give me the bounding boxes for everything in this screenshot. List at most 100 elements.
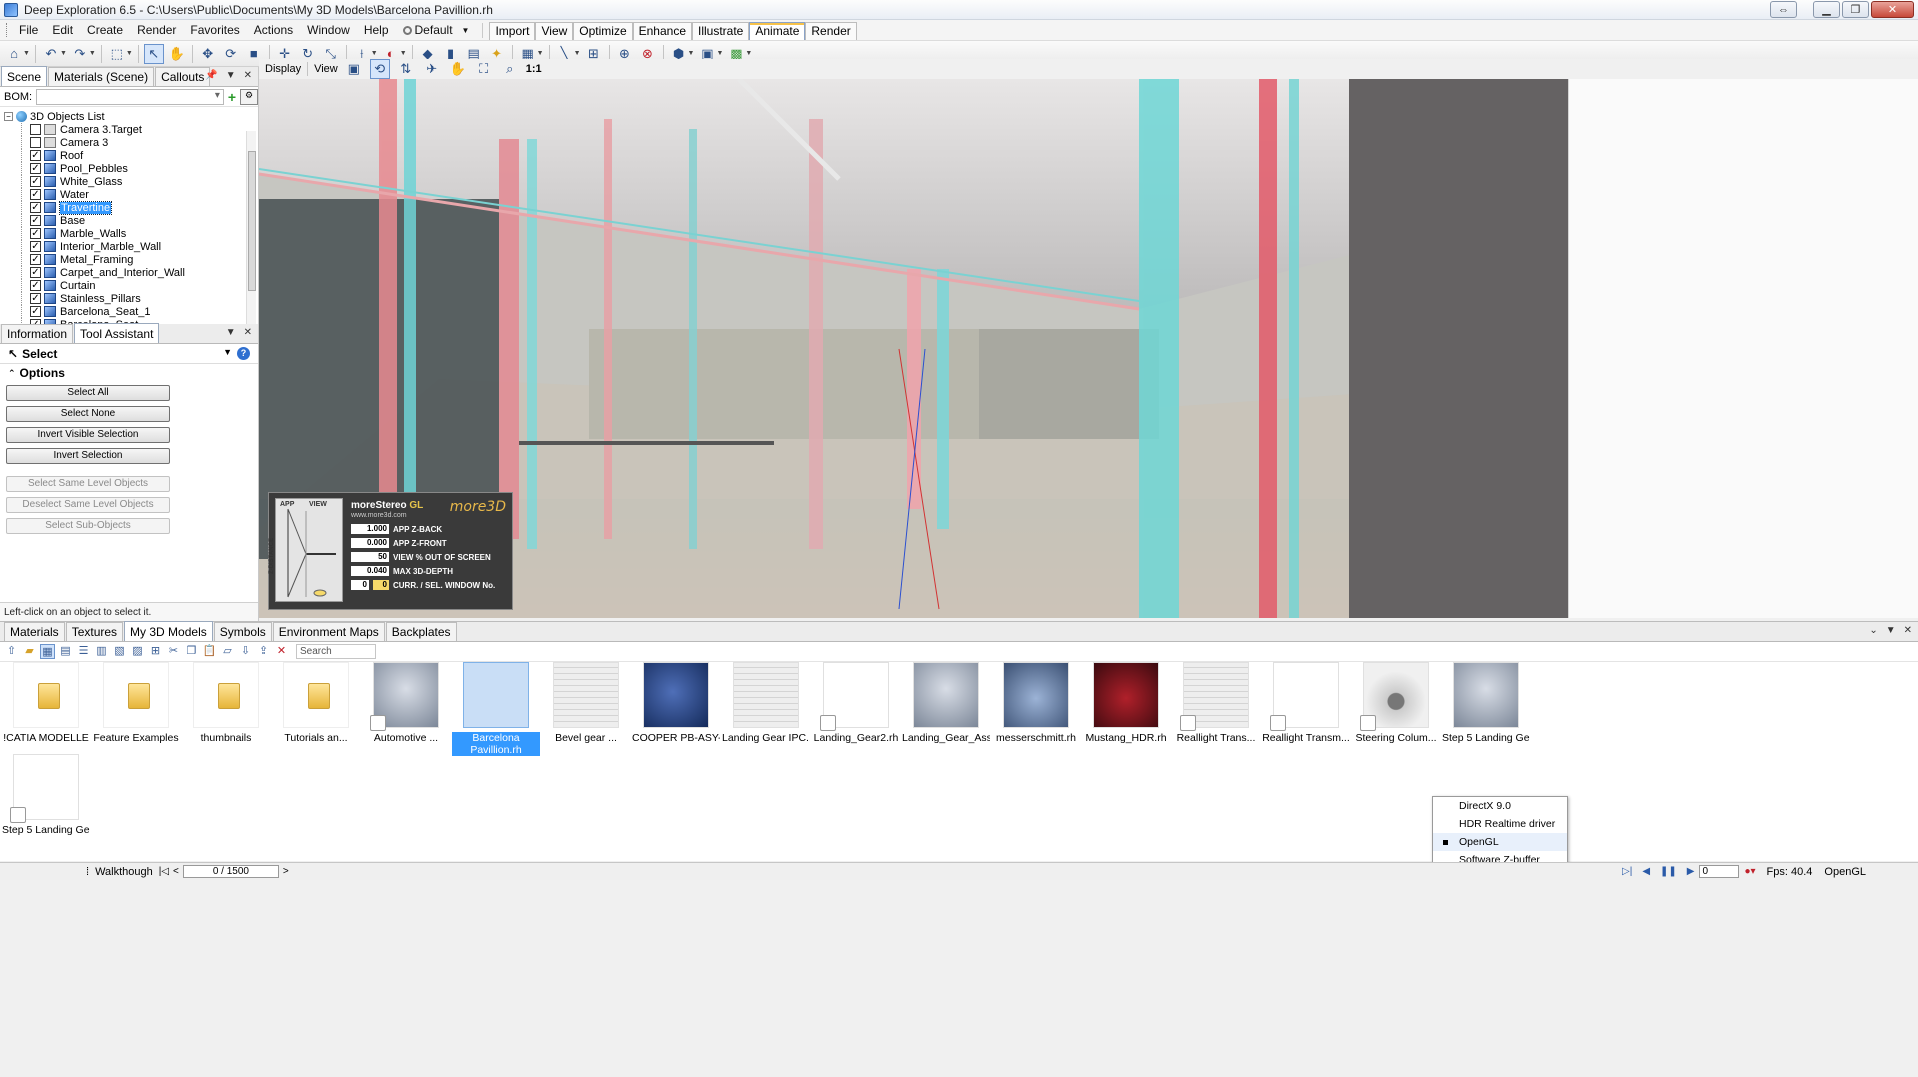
menu-actions[interactable]: Actions <box>247 20 300 41</box>
large-icons-view-icon[interactable]: ▦ <box>40 644 55 659</box>
grid-view-icon[interactable]: ⊞ <box>148 644 163 659</box>
rewind-icon[interactable]: ◀ <box>1637 866 1655 877</box>
fly-icon[interactable]: ✈ <box>422 59 442 79</box>
tree-item[interactable]: Camera 3.Target <box>0 123 258 136</box>
export-icon[interactable]: ⇪ <box>256 644 271 659</box>
tab-my-3d-models[interactable]: My 3D Models <box>124 621 213 641</box>
catalog-item[interactable]: Landing Gear IPC... <box>722 662 810 744</box>
frame-input[interactable]: 0 <box>1699 865 1740 878</box>
catalog-item[interactable]: Feature Examples <box>92 662 180 744</box>
menu-create[interactable]: Create <box>80 20 130 41</box>
stereo-value-input[interactable]: 50 <box>351 552 389 562</box>
first-frame-icon[interactable]: |◁ <box>159 866 169 877</box>
catalog-item[interactable]: messerschmitt.rh <box>992 662 1080 744</box>
table-view-icon[interactable]: ▧ <box>112 644 127 659</box>
visibility-checkbox[interactable] <box>30 137 41 148</box>
details-view-icon[interactable]: ▥ <box>94 644 109 659</box>
menu-window[interactable]: Window <box>300 20 357 41</box>
maximize-button[interactable]: ❐ <box>1842 1 1869 18</box>
chevron-down-icon[interactable]: ▼ <box>716 50 723 57</box>
tab-materials[interactable]: Materials <box>4 622 65 641</box>
chevron-down-icon[interactable]: ▼ <box>223 347 232 357</box>
fit-view-icon[interactable]: ⛶ <box>474 59 494 79</box>
tab-symbols[interactable]: Symbols <box>213 622 272 641</box>
cut-icon[interactable]: ✂ <box>166 644 181 659</box>
catalog-item[interactable]: Reallight Trans... <box>1172 662 1260 744</box>
up-folder-icon[interactable]: ⇧ <box>4 644 19 659</box>
play-icon[interactable]: ▶ <box>1682 866 1700 877</box>
workspace-tab-view[interactable]: View <box>535 22 574 40</box>
chevron-down-icon[interactable]: ▼ <box>745 50 752 57</box>
workspace-tab-render[interactable]: Render <box>805 22 857 40</box>
option-button[interactable]: Select None <box>6 406 170 422</box>
visibility-checkbox[interactable]: ✓ <box>30 163 41 174</box>
chevron-down-icon[interactable]: ▼ <box>574 50 581 57</box>
chevron-down-icon[interactable]: ▼ <box>23 50 30 57</box>
tab-materials-scene[interactable]: Materials (Scene) <box>48 67 155 86</box>
medium-icons-view-icon[interactable]: ▤ <box>58 644 73 659</box>
view-menu[interactable]: View <box>314 63 338 75</box>
tree-item[interactable]: ✓ Barcelona_Seat_1 <box>0 305 258 318</box>
redo-icon[interactable]: ↷ <box>70 44 90 64</box>
chevron-down-icon[interactable]: ▼ <box>89 50 96 57</box>
tree-item[interactable]: ✓ Curtain <box>0 279 258 292</box>
menu-file[interactable]: File <box>12 20 45 41</box>
visibility-checkbox[interactable]: ✓ <box>30 228 41 239</box>
import-icon[interactable]: ⇩ <box>238 644 253 659</box>
catalog-item[interactable]: Tutorials an... <box>272 662 360 744</box>
catalog-item[interactable]: Bevel gear ... <box>542 662 630 744</box>
tree-item[interactable]: ✓ Metal_Framing <box>0 253 258 266</box>
menu-help[interactable]: Help <box>357 20 396 41</box>
option-button[interactable]: Invert Selection <box>6 448 170 464</box>
record-icon[interactable]: ●▾ <box>1739 866 1760 877</box>
bom-settings-icon[interactable]: ⚙ <box>240 88 258 105</box>
tab-environment-maps[interactable]: Environment Maps <box>272 622 385 641</box>
walk-icon[interactable]: ⇅ <box>396 59 416 79</box>
home-icon[interactable]: ⌂ <box>4 44 24 64</box>
close-icon[interactable]: ✕ <box>1904 625 1912 636</box>
tree-item[interactable]: ✓ Travertine <box>0 200 258 215</box>
camera-icon[interactable]: ▣ <box>344 59 364 79</box>
visibility-checkbox[interactable]: ✓ <box>30 267 41 278</box>
pan-icon[interactable]: ✋ <box>167 44 187 64</box>
visibility-checkbox[interactable]: ✓ <box>30 280 41 291</box>
visibility-checkbox[interactable]: ✓ <box>30 215 41 226</box>
chevron-down-icon[interactable]: ▼ <box>371 50 378 57</box>
pin-icon[interactable]: 📌 <box>205 70 217 81</box>
visibility-checkbox[interactable]: ✓ <box>30 241 41 252</box>
visibility-checkbox[interactable]: ✓ <box>30 176 41 187</box>
stereo-value-input[interactable]: 0.000 <box>351 538 389 548</box>
option-button[interactable]: Invert Visible Selection <box>6 427 170 443</box>
options-header[interactable]: ⌃ Options <box>0 364 258 382</box>
paste-icon[interactable]: 📋 <box>202 644 217 659</box>
tree-item[interactable]: ✓ White_Glass <box>0 175 258 188</box>
workspace-tab-enhance[interactable]: Enhance <box>632 22 692 40</box>
catalog-item[interactable]: Automotive ... <box>362 662 450 744</box>
delete-icon[interactable]: ✕ <box>274 644 289 659</box>
tree-item[interactable]: Camera 3 <box>0 136 258 149</box>
undo-icon[interactable]: ↶ <box>41 44 61 64</box>
tab-callouts[interactable]: Callouts <box>155 67 211 86</box>
walkthrough-mode[interactable]: Walkthough <box>89 866 159 878</box>
close-icon[interactable]: ✕ <box>244 327 252 338</box>
workspace-tab-animate[interactable]: Animate <box>749 22 806 40</box>
render-option-opengl[interactable]: OpenGL <box>1433 833 1567 851</box>
tree-item[interactable]: ✓ Stainless_Pillars <box>0 292 258 305</box>
help-icon[interactable]: ? <box>237 347 250 360</box>
catalog-item[interactable]: COOPER PB-ASY-I... <box>632 662 720 744</box>
close-button[interactable]: ✕ <box>1871 1 1914 18</box>
z-distance-graph[interactable]: APP VIEW Z-DISTANCE <box>269 498 343 602</box>
tab-tool-assistant[interactable]: Tool Assistant <box>74 323 160 343</box>
display-menu[interactable]: Display <box>265 63 301 75</box>
catalog-item[interactable]: Landing_Gear2.rh <box>812 662 900 744</box>
preset-dropdown[interactable]: Default ▼ <box>396 20 477 41</box>
menu-favorites[interactable]: Favorites <box>183 20 246 41</box>
visibility-checkbox[interactable]: ✓ <box>30 189 41 200</box>
tree-item[interactable]: ✓ Roof <box>0 149 258 162</box>
chevron-down-icon[interactable]: ▼ <box>226 70 236 81</box>
new-folder-icon[interactable]: ▱ <box>220 644 235 659</box>
render-option-hdr[interactable]: HDR Realtime driver <box>1433 815 1567 833</box>
chevron-down-icon[interactable]: ▼ <box>537 50 544 57</box>
visibility-checkbox[interactable]: ✓ <box>30 293 41 304</box>
workspace-tab-optimize[interactable]: Optimize <box>573 22 633 40</box>
